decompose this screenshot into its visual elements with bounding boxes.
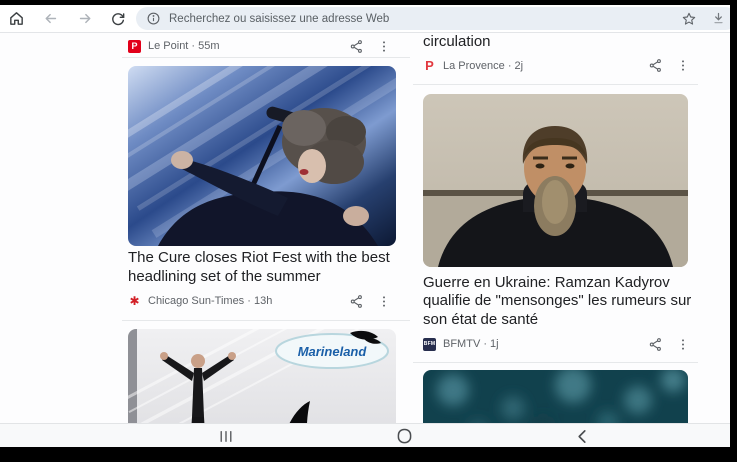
system-navbar <box>0 423 737 447</box>
back-icon[interactable] <box>41 10 59 28</box>
back-button[interactable] <box>564 424 600 448</box>
le-point-favicon: P <box>128 39 141 53</box>
la-provence-favicon: P <box>425 58 434 73</box>
card-divider <box>413 83 698 85</box>
card-divider <box>122 57 410 58</box>
browser-toolbar: Recherchez ou saisissez une adresse Web <box>0 5 737 33</box>
bfmtv-favicon: BFM <box>423 337 436 351</box>
screen-edge-top <box>0 0 737 5</box>
address-bar[interactable]: Recherchez ou saisissez une adresse Web <box>136 7 737 30</box>
news-feed: P Le Point · 55m The Cure closes Riot Fe… <box>0 33 730 423</box>
share-icon[interactable] <box>347 293 365 309</box>
article-source-row: P La Provence · 2j <box>413 55 698 77</box>
feed-column-right: circulation P La Provence · 2j Guerre en… <box>413 33 698 423</box>
article-image-the-cure[interactable] <box>128 66 396 246</box>
more-options-icon[interactable] <box>375 293 393 309</box>
share-icon[interactable] <box>646 58 664 74</box>
chicago-sun-times-favicon: ✱ <box>129 294 140 308</box>
recents-button[interactable] <box>208 424 244 448</box>
feed-column-left: P Le Point · 55m The Cure closes Riot Fe… <box>122 33 410 423</box>
info-icon[interactable] <box>146 11 161 26</box>
article-image-ocean[interactable] <box>423 370 688 423</box>
article-image-marineland[interactable]: Marineland <box>128 329 396 423</box>
screen-edge-bottom <box>0 447 737 462</box>
article-headline-partial[interactable]: circulation <box>413 33 698 52</box>
article-headline[interactable]: The Cure closes Riot Fest with the best … <box>122 249 410 286</box>
article-headline[interactable]: Guerre en Ukraine: Ramzan Kadyrov qualif… <box>413 274 698 330</box>
source-label: Chicago Sun-Times · 13h <box>148 295 273 307</box>
download-icon[interactable] <box>709 10 727 28</box>
share-icon[interactable] <box>347 38 365 54</box>
marineland-logo-text: Marineland <box>298 344 368 359</box>
refresh-icon[interactable] <box>109 10 127 28</box>
screen-edge-right <box>730 0 737 462</box>
article-source-row: BFM BFMTV · 1j <box>413 333 698 355</box>
source-label: Le Point · 55m <box>148 40 220 52</box>
forward-icon[interactable] <box>76 10 94 28</box>
address-placeholder[interactable]: Recherchez ou saisissez une adresse Web <box>169 13 680 25</box>
home-icon[interactable] <box>7 10 25 28</box>
card-divider <box>413 362 698 363</box>
more-options-icon[interactable] <box>674 58 692 74</box>
home-button[interactable] <box>386 424 422 448</box>
card-divider <box>122 320 410 321</box>
favicon-letter: P <box>131 41 138 51</box>
article-image-kadyrov[interactable] <box>423 93 688 267</box>
article-source-row: ✱ Chicago Sun-Times · 13h <box>122 290 410 312</box>
source-label: BFMTV · 1j <box>443 338 499 350</box>
article-source-row: P Le Point · 55m <box>122 35 410 57</box>
more-options-icon[interactable] <box>375 38 393 54</box>
source-label: La Provence · 2j <box>443 59 524 72</box>
share-icon[interactable] <box>646 336 664 352</box>
more-options-icon[interactable] <box>674 336 692 352</box>
device-screen: Recherchez ou saisissez une adresse Web … <box>0 0 737 462</box>
bookmark-star-icon[interactable] <box>680 10 698 28</box>
